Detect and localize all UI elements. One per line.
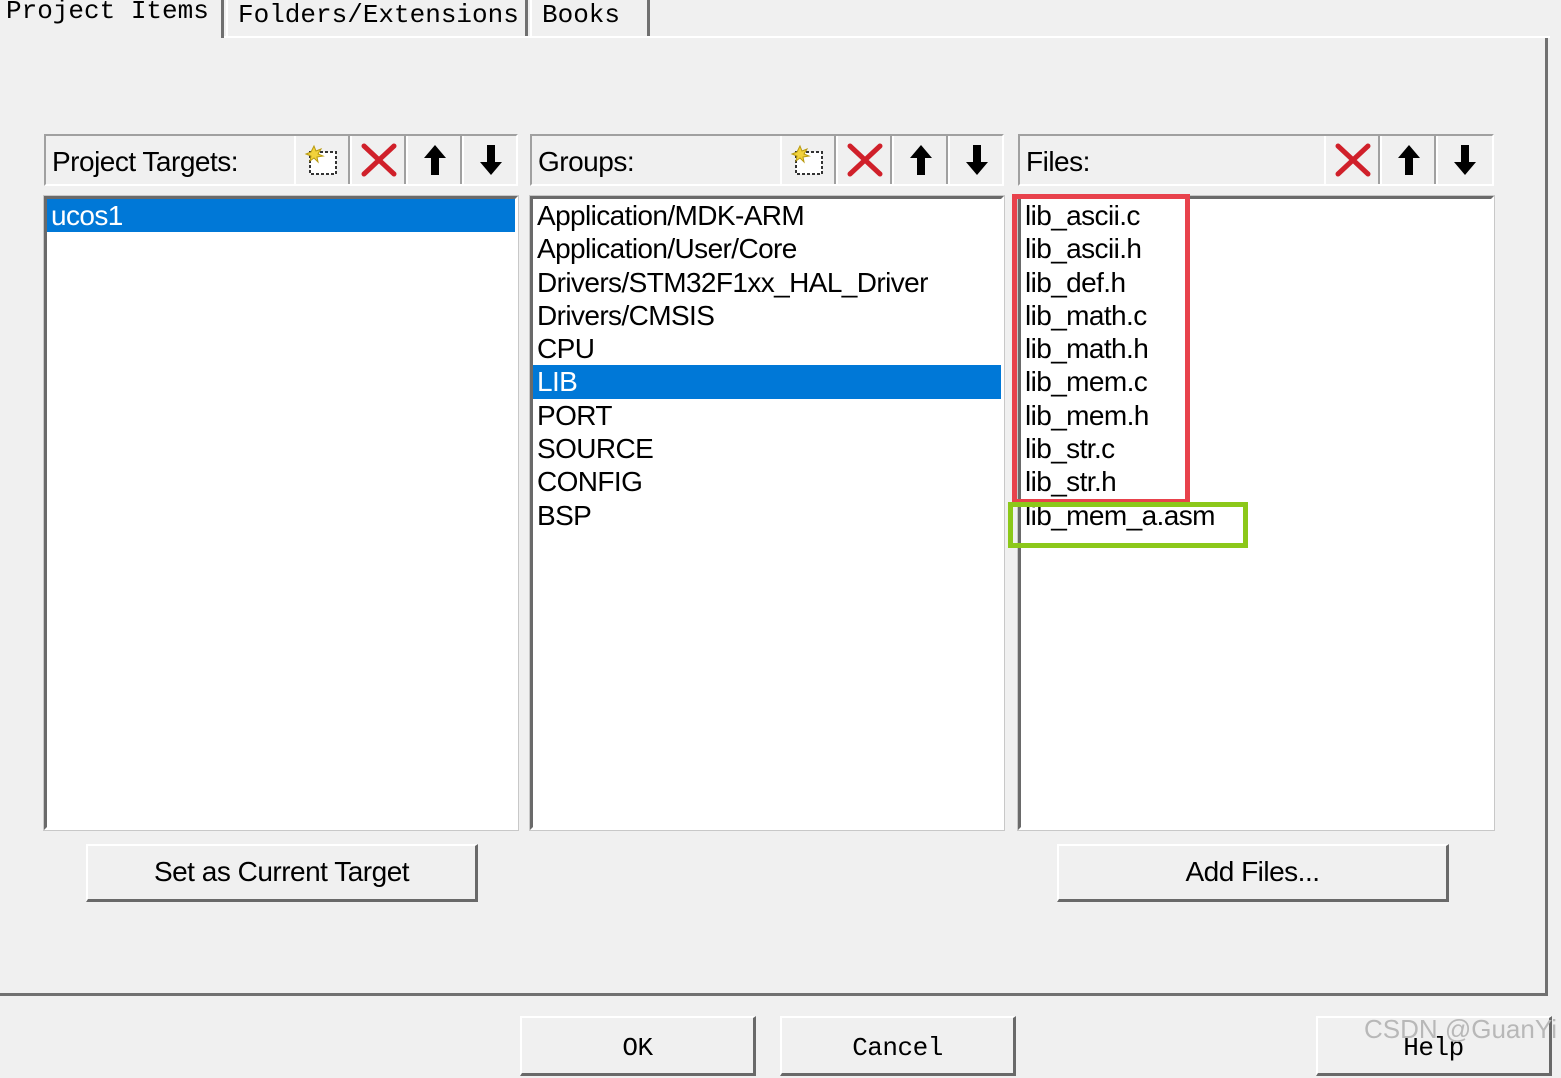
files-header: Files: bbox=[1018, 134, 1494, 186]
delete-target-button[interactable] bbox=[350, 136, 406, 184]
file-list-item[interactable]: lib_def.h bbox=[1021, 266, 1491, 299]
file-list-item[interactable]: lib_math.c bbox=[1021, 299, 1491, 332]
arrow-down-icon bbox=[480, 145, 502, 175]
delete-icon bbox=[1335, 143, 1371, 177]
tab-project-items[interactable]: Project Items bbox=[0, 0, 224, 38]
targets-header: Project Targets: bbox=[44, 134, 518, 186]
delete-group-button[interactable] bbox=[836, 136, 892, 184]
group-list-item[interactable]: PORT bbox=[533, 399, 1001, 432]
file-list-item[interactable]: lib_str.h bbox=[1021, 465, 1491, 498]
group-list-item[interactable]: Drivers/STM32F1xx_HAL_Driver bbox=[533, 266, 1001, 299]
new-item-icon bbox=[790, 144, 823, 175]
group-list-item[interactable]: LIB bbox=[533, 365, 1001, 399]
target-list-item[interactable]: ucos1 bbox=[47, 199, 515, 233]
add-files-button[interactable]: Add Files... bbox=[1057, 844, 1449, 902]
targets-list[interactable]: ucos1 bbox=[43, 195, 519, 831]
file-list-item[interactable]: lib_ascii.h bbox=[1021, 232, 1491, 265]
arrow-down-icon bbox=[966, 145, 988, 175]
watermark: CSDN @GuanYi bbox=[1363, 1014, 1557, 1044]
group-list-item[interactable]: Drivers/CMSIS bbox=[533, 299, 1001, 332]
group-list-item[interactable]: BSP bbox=[533, 499, 1001, 532]
move-group-up-button[interactable] bbox=[892, 136, 948, 184]
groups-label: Groups: bbox=[538, 146, 635, 177]
set-current-target-button[interactable]: Set as Current Target bbox=[86, 844, 478, 902]
file-list-item[interactable]: lib_mem.h bbox=[1021, 399, 1491, 432]
tab-books[interactable]: Books bbox=[530, 0, 650, 38]
ok-button[interactable]: OK bbox=[520, 1016, 756, 1076]
cancel-button[interactable]: Cancel bbox=[780, 1016, 1016, 1076]
move-target-down-button[interactable] bbox=[462, 136, 518, 184]
new-group-button[interactable] bbox=[780, 136, 836, 184]
move-group-down-button[interactable] bbox=[948, 136, 1004, 184]
tab-folders-extensions[interactable]: Folders/Extensions bbox=[226, 0, 528, 38]
files-list[interactable]: lib_ascii.c lib_ascii.h lib_def.h lib_math.… bbox=[1017, 195, 1495, 831]
file-list-item[interactable]: lib_math.h bbox=[1021, 332, 1491, 365]
group-list-item[interactable]: SOURCE bbox=[533, 432, 1001, 465]
delete-icon bbox=[361, 143, 397, 177]
groups-header: Groups: bbox=[530, 134, 1004, 186]
arrow-up-icon bbox=[1398, 145, 1420, 175]
file-list-item[interactable]: lib_str.c bbox=[1021, 432, 1491, 465]
arrow-down-icon bbox=[1454, 145, 1476, 175]
group-list-item[interactable]: CPU bbox=[533, 332, 1001, 365]
arrow-up-icon bbox=[910, 145, 932, 175]
file-list-item[interactable]: lib_ascii.c bbox=[1021, 199, 1491, 232]
move-target-up-button[interactable] bbox=[406, 136, 462, 184]
delete-file-button[interactable] bbox=[1324, 136, 1380, 184]
move-file-down-button[interactable] bbox=[1436, 136, 1492, 184]
files-label: Files: bbox=[1026, 146, 1090, 177]
group-list-item[interactable]: Application/User/Core bbox=[533, 232, 1001, 265]
groups-list[interactable]: Application/MDK-ARM Application/User/Core… bbox=[529, 195, 1005, 831]
group-list-item[interactable]: Application/MDK-ARM bbox=[533, 199, 1001, 232]
targets-label: Project Targets: bbox=[52, 146, 239, 177]
arrow-up-icon bbox=[424, 145, 446, 175]
new-item-icon bbox=[304, 144, 337, 175]
group-list-item[interactable]: CONFIG bbox=[533, 465, 1001, 498]
file-list-item[interactable]: lib_mem_a.asm bbox=[1021, 499, 1491, 532]
move-file-up-button[interactable] bbox=[1380, 136, 1436, 184]
delete-icon bbox=[847, 143, 883, 177]
new-target-button[interactable] bbox=[294, 136, 350, 184]
file-list-item[interactable]: lib_mem.c bbox=[1021, 365, 1491, 398]
